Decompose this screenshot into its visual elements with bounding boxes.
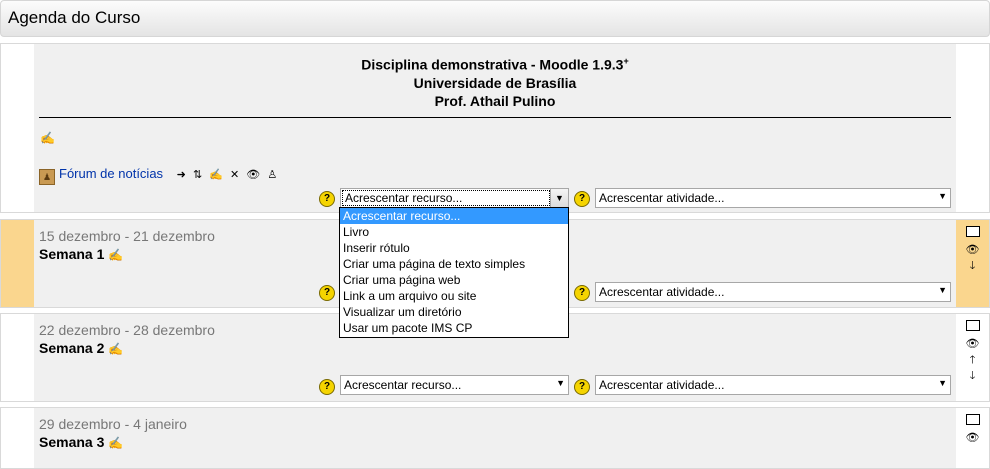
delete-icon[interactable]: ✕ — [230, 169, 241, 181]
help-icon[interactable]: ? — [574, 191, 590, 207]
dropdown-arrow-icon: ▼ — [556, 378, 565, 388]
week-dates: 15 dezembro - 21 dezembro — [39, 228, 215, 244]
week-dates: 29 dezembro - 4 janeiro — [39, 416, 187, 432]
forum-row: ♟ Fórum de notícias ➜ ⇅ ✍ ✕ 👁 ♙ — [39, 166, 279, 185]
add-resource-dropdown-list: Acrescentar recurso... Livro Inserir rót… — [339, 207, 569, 338]
dropdown-arrow-icon: ▼ — [938, 285, 947, 295]
edit-summary-icon[interactable]: ✍ — [108, 436, 123, 450]
course-header: Agenda do Curso — [0, 0, 990, 37]
forum-tools: ➜ ⇅ ✍ ✕ 👁 ♙ — [177, 169, 280, 181]
highlight-week-icon[interactable] — [965, 320, 980, 331]
resource-option[interactable]: Inserir rótulo — [340, 240, 568, 256]
resource-option[interactable]: Livro — [340, 224, 568, 240]
summary-line-2: Universidade de Brasília — [413, 74, 577, 91]
resource-option[interactable]: Visualizar um diretório — [340, 304, 568, 320]
resource-option[interactable]: Acrescentar recurso... — [340, 208, 568, 224]
summary-version-sup: + — [623, 56, 629, 66]
help-icon[interactable]: ? — [319, 285, 335, 301]
move-icon[interactable]: ⇅ — [193, 169, 204, 181]
edit-summary-icon[interactable]: ✍ — [108, 342, 123, 356]
resource-option[interactable]: Criar uma página web — [340, 272, 568, 288]
add-activity-select[interactable]: Acrescentar atividade... ▼ — [595, 282, 951, 302]
add-activity-select[interactable]: Acrescentar atividade... ▼ — [595, 375, 951, 395]
eye-icon[interactable]: 👁 — [956, 242, 989, 258]
course-summary: Disciplina demonstrativa - Moodle 1.9.3+… — [34, 44, 956, 110]
edit-summary-icon[interactable]: ✍ — [108, 248, 123, 262]
add-resource-select[interactable]: Acrescentar recurso... ▼ — [340, 375, 569, 395]
eye-icon[interactable]: 👁 — [956, 336, 989, 352]
eye-icon[interactable]: 👁 — [246, 169, 262, 181]
add-activity-select[interactable]: Acrescentar atividade... ▼ — [595, 188, 951, 208]
page-title: Agenda do Curso — [8, 8, 141, 27]
resource-option[interactable]: Link a um arquivo ou site — [340, 288, 568, 304]
week-dates: 22 dezembro - 28 dezembro — [39, 322, 215, 338]
roles-icon[interactable]: ♙ — [267, 169, 279, 181]
highlight-week-icon[interactable] — [965, 414, 980, 425]
eye-icon[interactable]: 👁 — [956, 430, 989, 446]
section-0: Disciplina demonstrativa - Moodle 1.9.3+… — [0, 43, 990, 213]
resource-option[interactable]: Criar uma página de texto simples — [340, 256, 568, 272]
highlight-week-icon[interactable] — [965, 226, 980, 237]
summary-divider — [39, 117, 951, 118]
help-icon[interactable]: ? — [319, 191, 335, 207]
dropdown-arrow-icon[interactable]: ▼ — [550, 189, 568, 207]
help-icon[interactable]: ? — [574, 285, 590, 301]
dropdown-arrow-icon: ▼ — [938, 378, 947, 388]
week-title: Semana 3 ✍ — [39, 434, 124, 450]
summary-line-3: Prof. Athail Pulino — [434, 92, 556, 109]
move-up-icon[interactable]: 🡑 — [956, 352, 989, 368]
forum-link[interactable]: Fórum de notícias — [59, 166, 163, 181]
add-resource-select[interactable]: Acrescentar recurso... ▼ — [340, 188, 569, 208]
edit-icon[interactable]: ✍ — [209, 169, 225, 181]
week-title: Semana 1 ✍ — [39, 246, 124, 262]
help-icon[interactable]: ? — [319, 379, 335, 395]
move-right-icon[interactable]: ➜ — [177, 169, 188, 181]
summary-line-1: Disciplina demonstrativa - Moodle 1.9.3 — [361, 56, 624, 73]
move-down-icon[interactable]: 🡓 — [956, 368, 989, 384]
edit-summary-icon[interactable]: ✍ — [40, 132, 55, 144]
move-down-icon[interactable]: 🡓 — [956, 258, 989, 274]
week-section-3: 👁 29 dezembro - 4 janeiro Semana 3 ✍ — [0, 407, 990, 469]
resource-option[interactable]: Usar um pacote IMS CP — [340, 320, 568, 336]
help-icon[interactable]: ? — [574, 379, 590, 395]
forum-icon: ♟ — [39, 169, 55, 185]
week-title: Semana 2 ✍ — [39, 340, 124, 356]
dropdown-arrow-icon: ▼ — [938, 191, 947, 201]
